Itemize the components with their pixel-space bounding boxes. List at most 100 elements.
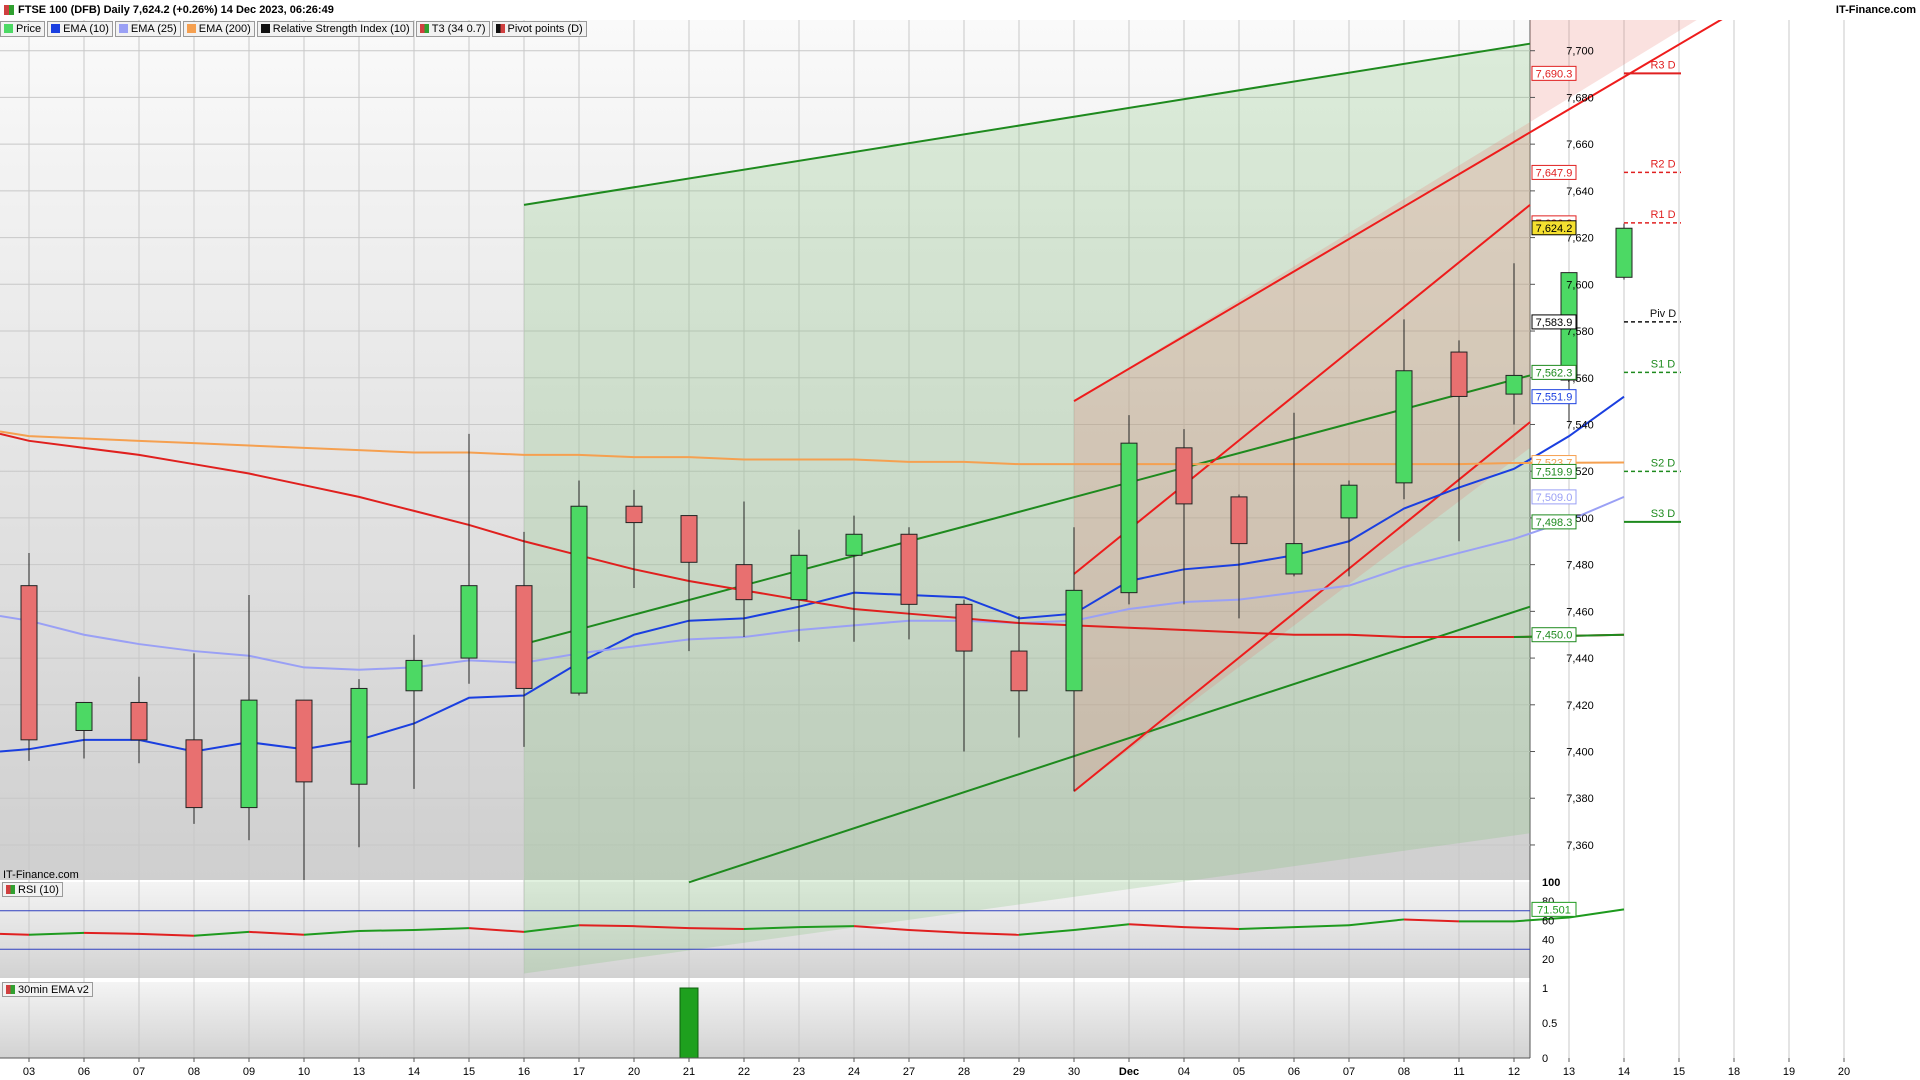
legend-label: EMA (25)	[130, 22, 177, 35]
rsi-segment	[908, 929, 965, 934]
y-tick-label: 7,380	[1566, 793, 1594, 805]
rsi-segment	[1073, 923, 1130, 931]
candle-body	[460, 585, 478, 659]
rsi-segment	[743, 926, 800, 931]
x-tick-label: 08	[1398, 1066, 1410, 1078]
rsi-segment	[853, 925, 910, 931]
price-badge-text: 7,498.3	[1536, 517, 1573, 529]
candle-body	[845, 533, 863, 556]
rsi-segment	[1238, 926, 1295, 931]
rsi-panel-label[interactable]: RSI (10)	[2, 882, 63, 897]
rsi-segment	[358, 929, 415, 932]
rsi-segment	[468, 927, 525, 933]
candle-body	[680, 515, 698, 563]
x-tick-label: 20	[1838, 1066, 1850, 1078]
rsi-value-badge	[1531, 901, 1577, 917]
ema-panel-label[interactable]: 30min EMA v2	[2, 982, 93, 997]
site-name[interactable]: IT-Finance.com	[1836, 4, 1916, 16]
red-channel-fill	[1074, 18, 1700, 792]
rsi-value-text: 71.501	[1537, 904, 1571, 916]
ema-panel-bg	[0, 982, 1530, 1058]
rsi-segment	[523, 924, 580, 933]
candle-body	[625, 505, 643, 524]
x-tick-label: 06	[78, 1066, 90, 1078]
legend-label: EMA (200)	[198, 22, 251, 35]
ema-panel-icon	[6, 985, 15, 994]
y-tick-label: 7,520	[1566, 466, 1594, 478]
legend-pivots[interactable]: Pivot points (D)	[491, 20, 587, 37]
x-tick-label: 05	[1233, 1066, 1245, 1078]
legend-ema10[interactable]: EMA (10)	[47, 20, 113, 37]
legend-price[interactable]: Price	[0, 20, 46, 37]
y-tick-label: 7,620	[1566, 233, 1594, 245]
chart-header: FTSE 100 (DFB) Daily 7,624.2 (+0.26%) 14…	[0, 0, 1920, 20]
candle-body	[515, 585, 533, 689]
x-tick-label: 15	[1673, 1066, 1685, 1078]
rsi-panel-title: RSI (10)	[18, 883, 59, 896]
x-tick-label: 03	[23, 1066, 35, 1078]
pivot-label: Piv D	[1650, 308, 1676, 320]
instrument-icon	[4, 5, 14, 15]
rsi-segment	[1348, 918, 1405, 927]
legend-label: EMA (10)	[63, 22, 109, 35]
candle-body	[20, 585, 38, 741]
x-tick-label: 07	[1343, 1066, 1355, 1078]
rsi-segment	[1513, 916, 1570, 923]
pivot-label: R3 D	[1650, 59, 1675, 71]
x-tick-label: 09	[243, 1066, 255, 1078]
candle-body	[900, 533, 918, 605]
pivot-label: S1 D	[1651, 358, 1676, 370]
legend-label: T3 (34 0.7)	[431, 22, 486, 35]
chart-title: FTSE 100 (DFB) Daily 7,624.2 (+0.26%) 14…	[18, 4, 334, 16]
chart-canvas[interactable]: R3 D R2 D R1 D Piv D S1 D S2 D S3 D 7,360 7,380…	[0, 0, 1920, 1080]
candle-body	[1615, 227, 1633, 278]
candle-body	[790, 554, 808, 601]
candle-body	[1010, 650, 1028, 692]
x-tick-label: 18	[1728, 1066, 1740, 1078]
x-tick-label: 16	[518, 1066, 530, 1078]
legend-ema200[interactable]: EMA (200)	[182, 20, 255, 37]
candle-body	[1175, 447, 1193, 505]
price-badge	[1531, 463, 1577, 479]
x-tick-label: 14	[1618, 1066, 1630, 1078]
indicator-legend: Price EMA (10) EMA (25) EMA (200) Relati…	[0, 20, 587, 37]
x-tick-label: 15	[463, 1066, 475, 1078]
candle-body	[185, 739, 203, 809]
rsi-segment	[1293, 924, 1350, 929]
rsi-segment	[413, 927, 470, 931]
y-tick-label: 7,480	[1566, 560, 1594, 572]
candle-body	[1340, 484, 1358, 519]
x-tick-label: 11	[1453, 1066, 1464, 1078]
y-tick-label: 7,540	[1566, 419, 1594, 431]
candle-body	[405, 659, 423, 692]
rsi-segment	[1183, 926, 1240, 931]
price-badge	[1531, 489, 1577, 505]
axis-bg	[1530, 0, 1920, 1080]
pivot-label: R2 D	[1650, 158, 1675, 170]
candle-body	[75, 701, 93, 731]
legend-rsi[interactable]: Relative Strength Index (10)	[256, 20, 414, 37]
price-panel-bg	[0, 18, 1530, 880]
x-tick-label: 29	[1013, 1066, 1025, 1078]
x-tick-label: 24	[848, 1066, 860, 1078]
rsi-segment	[798, 925, 855, 929]
legend-ema25[interactable]: EMA (25)	[114, 20, 181, 37]
rsi-segment	[633, 925, 690, 930]
x-tick-label: 21	[683, 1066, 695, 1078]
candle-body	[1285, 543, 1303, 575]
ema200-swatch-icon	[186, 24, 196, 33]
candle-body	[240, 699, 258, 809]
candle-body	[1450, 351, 1468, 397]
rsi-segment	[193, 930, 250, 937]
price-badge	[1531, 314, 1577, 330]
x-tick-label: 08	[188, 1066, 200, 1078]
price-badge-text: 7,519.9	[1536, 466, 1573, 478]
candle-body	[1065, 589, 1083, 692]
rsi-tick-label: 80	[1542, 896, 1554, 908]
rsi-segment	[963, 931, 1020, 936]
channel-line	[1073, 204, 1531, 575]
y-tick-label: 7,420	[1566, 700, 1594, 712]
legend-t3[interactable]: T3 (34 0.7)	[415, 20, 490, 37]
y-tick-label: 7,640	[1566, 186, 1594, 198]
x-tick-label: 19	[1783, 1066, 1795, 1078]
